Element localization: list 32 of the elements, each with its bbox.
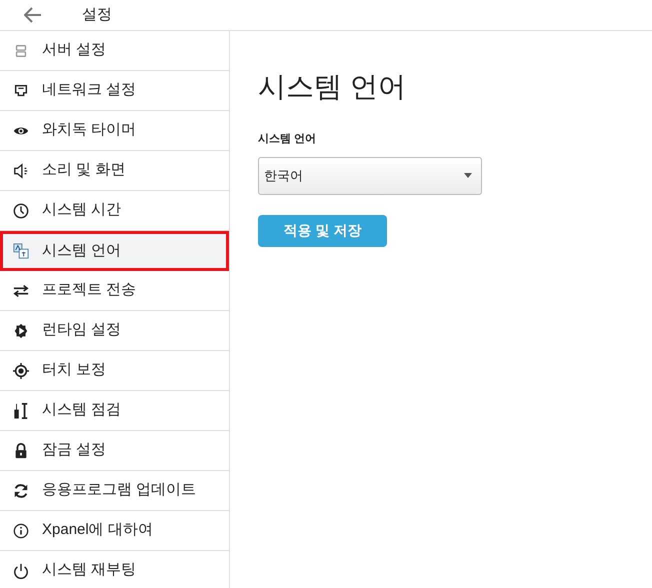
sidebar-item[interactable]: 터치 보정 [0,351,229,391]
dropdown-caret-icon [464,173,472,178]
tools-icon [13,402,29,418]
sidebar-item[interactable]: 소리 및 화면 [0,151,229,191]
gear-play-icon [13,322,29,338]
clock-icon [13,202,29,218]
network-port-icon [13,82,29,98]
field-label: 시스템 언어 [258,132,316,147]
sidebar-item[interactable]: 네트워크 설정 [0,71,229,111]
server-icon [13,42,29,58]
sidebar-item[interactable]: 시스템 점검 [0,391,229,431]
refresh-icon [13,482,29,498]
sidebar-item[interactable]: 잠금 설정 [0,431,229,471]
sidebar-item[interactable]: 서버 설정 [0,31,229,71]
target-icon [13,362,29,378]
page-title: 설정 [82,4,112,25]
info-icon [13,522,29,538]
sidebar-item[interactable]: Xpanel에 대하여 [0,511,229,551]
speaker-icon [13,162,29,178]
translate-icon [13,243,29,259]
back-arrow-icon[interactable] [24,7,42,23]
sidebar-item[interactable]: 프로젝트 전송 [0,271,229,311]
sidebar-item[interactable]: 응용프로그램 업데이트 [0,471,229,511]
sidebar-item[interactable]: 런타임 설정 [0,311,229,351]
transfer-arrows-icon [13,282,29,298]
language-select[interactable]: 한국어 [258,156,482,194]
power-icon [13,562,29,578]
sidebar-item[interactable]: 시스템 재부팅 [0,551,229,588]
lock-icon [13,442,29,458]
sidebar-item[interactable]: 와치독 타이머 [0,111,229,151]
sidebar-item[interactable]: 시스템 언어 [0,231,229,271]
section-title: 시스템 언어 [258,70,406,104]
